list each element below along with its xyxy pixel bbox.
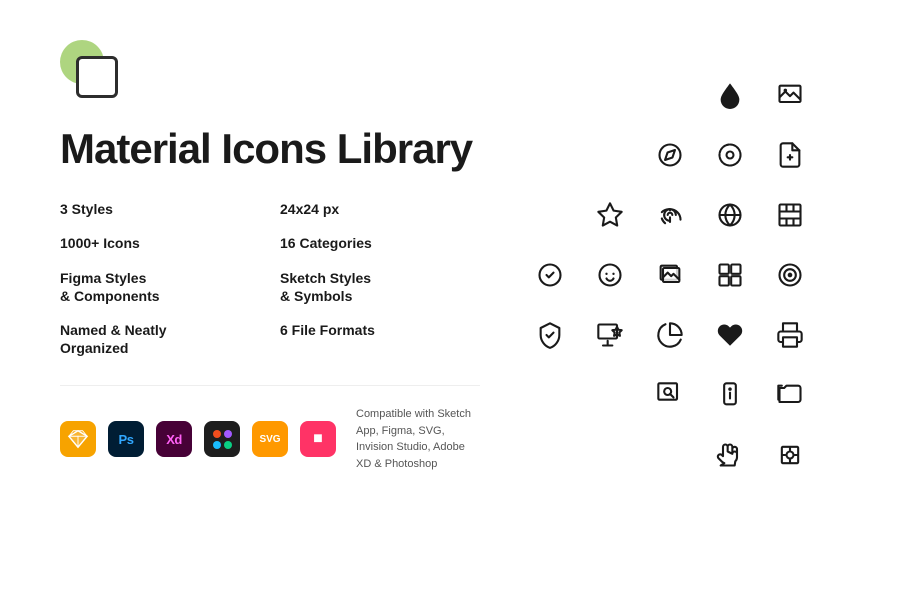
image-icon — [768, 73, 812, 117]
feature-size: 24x24 px — [280, 200, 480, 218]
heart-icon — [708, 313, 752, 357]
globe-icon — [708, 193, 752, 237]
sketch-logo — [60, 421, 96, 457]
icons-grid — [528, 73, 812, 537]
face-icon — [588, 253, 632, 297]
feature-styles: 3 Styles — [60, 200, 260, 218]
check-circle-icon — [528, 253, 572, 297]
feature-styles-label: 3 Styles — [60, 200, 260, 218]
feature-formats: 6 File Formats — [280, 321, 480, 357]
right-panel — [480, 40, 840, 570]
brightness-icon — [768, 433, 812, 477]
pie-chart-icon — [648, 313, 692, 357]
folder-copy-icon — [768, 373, 812, 417]
star-icon — [588, 193, 632, 237]
feature-icons-label: 1000+ Icons — [60, 234, 260, 252]
phone-info-icon — [708, 373, 752, 417]
svg-logo: SVG — [252, 421, 288, 457]
shield-check-icon — [528, 313, 572, 357]
compat-text: Compatible with Sketch App, Figma, SVG,I… — [356, 406, 480, 472]
hand-icon — [708, 433, 752, 477]
invision-logo: ■ — [300, 421, 336, 457]
xd-logo: Xd — [156, 421, 192, 457]
dashboard-icon — [708, 253, 752, 297]
desktop-star-icon — [588, 313, 632, 357]
target-icon — [768, 253, 812, 297]
file-refresh-icon — [768, 133, 812, 177]
feature-categories-label: 16 Categories — [280, 234, 480, 252]
main-title: Material Icons Library — [60, 126, 480, 172]
feature-formats-label: 6 File Formats — [280, 321, 480, 339]
film-icon — [768, 193, 812, 237]
logo-square — [76, 56, 118, 98]
feature-named: Named & NeatlyOrganized — [60, 321, 260, 357]
settings-dashed-icon — [708, 133, 752, 177]
photo-library-icon — [648, 253, 692, 297]
fingerprint-icon — [648, 193, 692, 237]
feature-named-label: Named & NeatlyOrganized — [60, 321, 260, 357]
left-panel: Material Icons Library 3 Styles 24x24 px… — [60, 40, 480, 570]
figma-logo — [204, 421, 240, 457]
feature-categories: 16 Categories — [280, 234, 480, 252]
search-frame-icon — [648, 373, 692, 417]
feature-figma: Figma Styles& Components — [60, 269, 260, 305]
feature-sketch: Sketch Styles& Symbols — [280, 269, 480, 305]
logo-area — [60, 40, 140, 110]
print-icon — [768, 313, 812, 357]
feature-figma-label: Figma Styles& Components — [60, 269, 260, 305]
compass-icon — [648, 133, 692, 177]
feature-size-label: 24x24 px — [280, 200, 480, 218]
feature-icons: 1000+ Icons — [60, 234, 260, 252]
feature-sketch-label: Sketch Styles& Symbols — [280, 269, 480, 305]
ps-logo: Ps — [108, 421, 144, 457]
features-grid: 3 Styles 24x24 px 1000+ Icons 16 Categor… — [60, 200, 480, 357]
ink-drop-icon — [708, 73, 752, 117]
bottom-bar: Ps Xd SVG ■ Compatible with Sketch App, … — [60, 385, 480, 472]
